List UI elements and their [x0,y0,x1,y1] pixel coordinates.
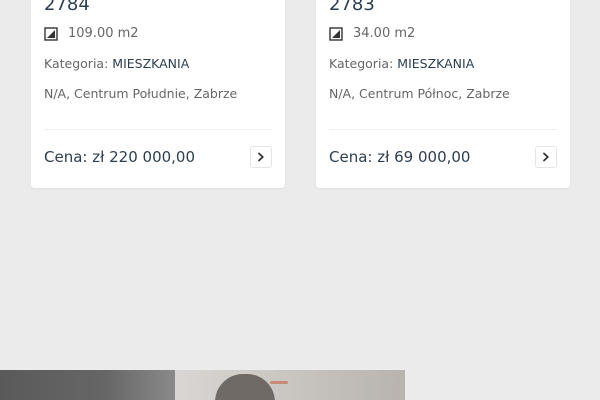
details-button[interactable] [250,146,272,168]
category-value[interactable]: MIESZKANIA [397,56,474,71]
photo-highlight [270,381,288,384]
listing-id[interactable]: 2784 [44,0,90,16]
area-value: 34.00 m2 [353,25,416,41]
location: N/A, Centrum Północ, Zabrze [329,86,510,101]
category: Kategoria: MIESZKANIA [329,54,474,74]
chevron-right-icon [258,152,264,162]
price: Cena: zł 220 000,00 [44,148,196,166]
area-icon [44,26,58,41]
photo-strip [0,370,405,400]
area-row: 109.00 m2 [44,24,139,42]
listing-id[interactable]: 2783 [329,0,375,16]
category-label: Kategoria: [44,56,109,71]
chevron-right-icon [543,152,549,162]
location: N/A, Centrum Południe, Zabrze [44,86,238,101]
divider [329,129,557,130]
area-value: 109.00 m2 [68,25,139,41]
photo-subject [215,374,275,400]
price: Cena: zł 69 000,00 [329,148,471,166]
details-button[interactable] [535,146,557,168]
listing-photo[interactable] [0,370,175,400]
listing-card[interactable]: 2784 109.00 m2 Kategoria: MIESZKANIA N/A… [31,0,285,188]
divider [44,129,272,130]
category-label: Kategoria: [329,56,394,71]
area-icon [329,26,343,41]
category: Kategoria: MIESZKANIA [44,54,189,74]
listing-card[interactable]: 2783 34.00 m2 Kategoria: MIESZKANIA N/A,… [316,0,570,188]
category-value[interactable]: MIESZKANIA [112,56,189,71]
listing-photo[interactable] [175,370,405,400]
area-row: 34.00 m2 [329,24,415,42]
